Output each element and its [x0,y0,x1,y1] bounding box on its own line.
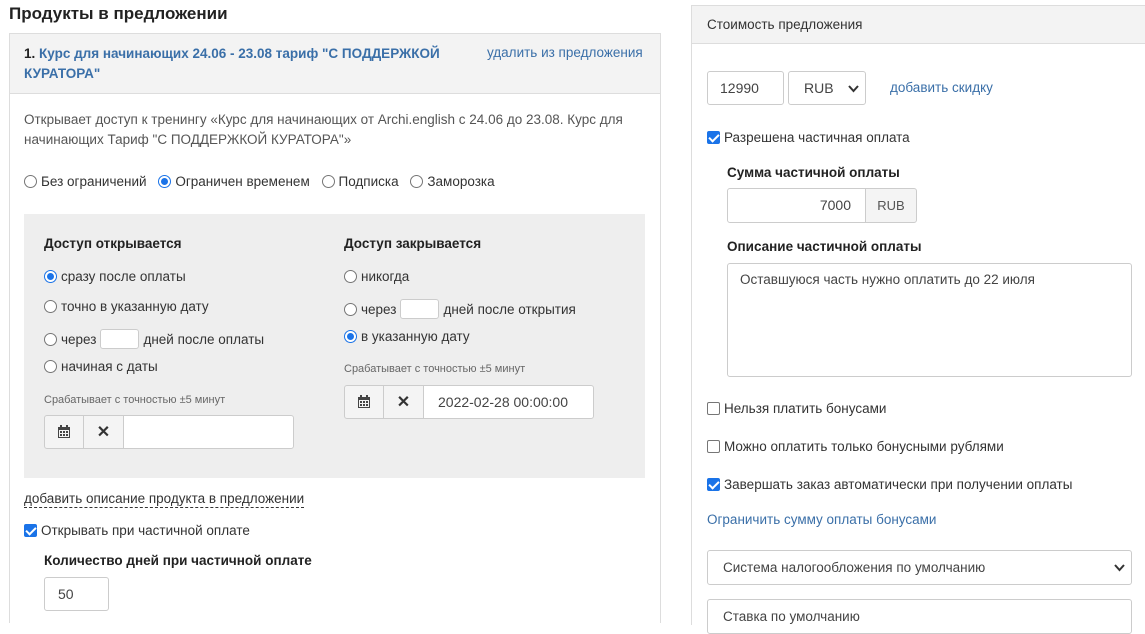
radio-icon[interactable] [344,270,357,283]
checkbox-icon[interactable] [707,440,720,453]
product-description: Открывает доступ к тренингу «Курс для на… [24,112,623,147]
currency-select[interactable]: RUB [788,71,866,105]
tax-system-select[interactable]: Система налогообложения по умолчанию [707,550,1132,585]
radio-icon[interactable] [44,300,57,313]
limit-bonus-link[interactable]: Ограничить сумму оплаты бонусами [707,512,936,527]
access-opens-title: Доступ открывается [44,236,182,251]
checkbox-icon[interactable] [707,402,720,415]
closes-clear-button[interactable]: ✕ [383,385,424,419]
opens-date-input[interactable] [123,415,294,449]
opens-days-after-payment[interactable]: через дней после оплаты [44,329,264,349]
partial-sum-input[interactable]: 7000 [727,188,866,223]
opens-clear-button[interactable]: ✕ [83,415,124,449]
radio-icon[interactable] [44,270,57,283]
closes-date-input[interactable]: 2022-02-28 00:00:00 [423,385,594,419]
product-title-link[interactable]: Курс для начинающих 24.06 - 23.08 тариф … [24,46,440,81]
opens-after-payment[interactable]: сразу после оплаты [44,269,186,284]
add-discount-link[interactable]: добавить скидку [890,80,993,95]
radio-icon[interactable] [321,175,335,188]
closes-days-input[interactable] [400,299,440,319]
closes-never[interactable]: никогда [344,269,409,284]
close-icon: ✕ [396,394,411,411]
partial-desc-textarea[interactable]: Оставшуюся часть нужно оплатить до 22 ию… [727,263,1132,377]
opens-from-date[interactable]: начиная с даты [44,359,158,374]
close-icon: ✕ [96,424,111,441]
calendar-icon [58,425,70,438]
access-unlimited[interactable]: Без ограничений [24,174,147,189]
vat-select[interactable]: Ставка по умолчанию [707,599,1132,634]
radio-icon[interactable] [344,302,357,316]
products-heading: Продукты в предложении [9,4,228,23]
open-on-partial-payment[interactable]: Открывать при частичной оплате [24,523,250,538]
checkbox-icon[interactable] [707,478,720,491]
closes-days-after-open[interactable]: через дней после открытия [344,299,576,319]
chevron-down-icon [848,85,859,93]
add-product-description-link[interactable]: добавить описание продукта в предложении [24,490,305,508]
access-closes-title: Доступ закрывается [344,236,482,251]
no-bonus-payment[interactable]: Нельзя платить бонусами [707,401,886,416]
access-time-limited[interactable]: Ограничен временем [158,174,310,189]
access-subscription[interactable]: Подписка [321,174,399,189]
only-bonus-payment[interactable]: Можно оплатить только бонусными рублями [707,439,1004,454]
access-freeze[interactable]: Заморозка [410,174,495,189]
product-number: 1. [24,46,36,61]
closes-calendar-button[interactable] [344,385,384,419]
partial-sum-title: Сумма частичной оплаты [727,165,900,180]
offer-price-title: Стоимость предложения [707,17,863,32]
radio-icon[interactable] [158,175,172,188]
radio-icon[interactable] [410,175,424,188]
radio-icon[interactable] [344,330,357,343]
access-type-group: Без ограничений Ограничен временем Подпи… [24,174,495,189]
checkbox-icon[interactable] [707,131,720,144]
closes-exact-date[interactable]: в указанную дату [344,329,470,344]
radio-icon[interactable] [24,175,37,188]
opens-exact-date[interactable]: точно в указанную дату [44,299,209,314]
radio-icon[interactable] [44,332,57,346]
opens-days-input[interactable] [100,329,140,349]
closes-accuracy-note: Срабатывает с точностью ±5 минут [344,363,526,375]
remove-from-offer-link[interactable]: удалить из предложения [487,45,643,60]
product-title[interactable]: 1. Курс для начинающих 24.06 - 23.08 тар… [24,44,454,84]
auto-complete-order[interactable]: Завершать заказ автоматически при получе… [707,477,1072,492]
partial-days-input[interactable]: 50 [44,577,109,611]
checkbox-icon[interactable] [24,524,37,537]
partial-days-title: Количество дней при частичной оплате [44,553,312,568]
partial-sum-currency: RUB [865,188,917,223]
partial-payment-allowed[interactable]: Разрешена частичная оплата [707,130,910,145]
opens-accuracy-note: Срабатывает с точностью ±5 минут [44,394,226,406]
opens-calendar-button[interactable] [44,415,84,449]
price-input[interactable]: 12990 [707,71,784,105]
chevron-down-icon [1114,564,1125,572]
radio-icon[interactable] [44,360,57,373]
calendar-icon [358,395,370,408]
partial-desc-title: Описание частичной оплаты [727,239,922,254]
